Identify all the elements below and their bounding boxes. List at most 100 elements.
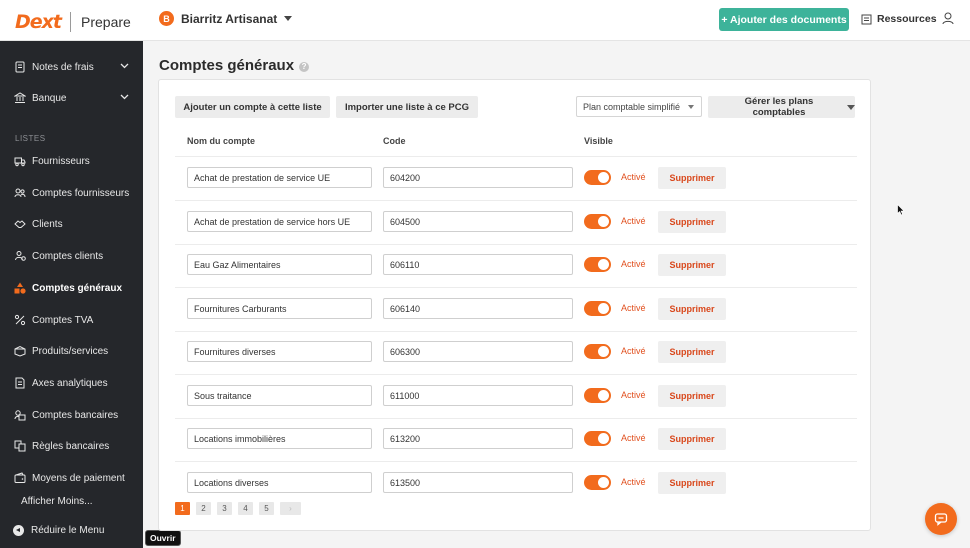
delete-button[interactable]: Supprimer xyxy=(658,385,726,407)
accounts-card: Ajouter un compte à cette liste Importer… xyxy=(158,79,871,531)
sidebar-item-suppliers[interactable]: Fournisseurs xyxy=(0,149,143,173)
chevron-down-icon xyxy=(120,94,129,100)
table-row: Fournitures Carburants 606140 Activé Sup… xyxy=(175,288,857,332)
visibility-state: Activé xyxy=(621,346,646,356)
visibility-toggle[interactable] xyxy=(584,431,611,446)
help-icon[interactable]: ? xyxy=(299,61,310,72)
percent-icon xyxy=(14,314,26,326)
collapse-menu-button[interactable]: Réduire le Menu xyxy=(13,525,104,536)
toggle-knob xyxy=(598,346,609,357)
visibility-toggle[interactable] xyxy=(584,170,611,185)
sidebar-item-clients[interactable]: Clients xyxy=(0,212,143,236)
column-header-name: Nom du compte xyxy=(187,136,256,146)
handshake-icon xyxy=(14,220,26,228)
shapes-icon xyxy=(14,282,26,294)
sidebar-item-supplier-accounts[interactable]: Comptes fournisseurs xyxy=(0,181,143,205)
visibility-state: Activé xyxy=(621,433,646,443)
sidebar-item-label: Comptes fournisseurs xyxy=(32,187,130,199)
mouse-cursor-icon xyxy=(897,204,905,216)
sidebar-item-label: Comptes TVA xyxy=(32,314,94,326)
sidebar-item-expenses[interactable]: Notes de frais xyxy=(0,55,143,79)
import-list-button[interactable]: Importer une liste à ce PCG xyxy=(336,96,478,118)
toggle-knob xyxy=(598,303,609,314)
sidebar-item-bank-accounts[interactable]: Comptes bancaires xyxy=(0,403,143,427)
delete-button[interactable]: Supprimer xyxy=(658,254,726,276)
account-name-field[interactable]: Achat de prestation de service UE xyxy=(187,167,372,188)
account-name-field[interactable]: Sous traitance xyxy=(187,385,372,406)
sidebar-item-vat-accounts[interactable]: Comptes TVA xyxy=(0,308,143,332)
delete-button[interactable]: Supprimer xyxy=(658,167,726,189)
sidebar-item-label: Comptes bancaires xyxy=(32,409,119,421)
chevron-down-icon xyxy=(120,63,129,69)
user-icon[interactable] xyxy=(942,12,954,25)
receipt-icon xyxy=(15,61,25,73)
page-button[interactable]: 1 xyxy=(175,502,190,515)
manage-plans-button[interactable]: Gérer les plans comptables xyxy=(708,96,855,118)
show-less-link[interactable]: Afficher Moins... xyxy=(21,496,93,507)
add-account-button[interactable]: Ajouter un compte à cette liste xyxy=(175,96,330,118)
toggle-knob xyxy=(598,477,609,488)
account-name-field[interactable]: Fournitures Carburants xyxy=(187,298,372,319)
sidebar-item-label: Banque xyxy=(32,92,67,104)
visibility-toggle[interactable] xyxy=(584,301,611,316)
account-name-field[interactable]: Eau Gaz Alimentaires xyxy=(187,254,372,275)
book-icon xyxy=(861,14,872,24)
add-documents-button[interactable]: + Ajouter des documents xyxy=(719,8,849,31)
sidebar-item-products[interactable]: Produits/services xyxy=(0,339,143,363)
table-row: Locations immobilières 613200 Activé Sup… xyxy=(175,418,857,462)
page-button[interactable]: 5 xyxy=(259,502,274,515)
account-code-field[interactable]: 613500 xyxy=(383,472,573,493)
toggle-knob xyxy=(598,259,609,270)
resources-link[interactable]: Ressources xyxy=(861,13,937,25)
page-button[interactable]: 2 xyxy=(196,502,211,515)
account-name-field[interactable]: Achat de prestation de service hors UE xyxy=(187,211,372,232)
visibility-toggle[interactable] xyxy=(584,214,611,229)
account-name-field[interactable]: Locations immobilières xyxy=(187,428,372,449)
visibility-toggle[interactable] xyxy=(584,257,611,272)
manage-plans-label: Gérer les plans comptables xyxy=(744,96,814,118)
user-group-icon xyxy=(15,251,26,261)
sidebar-item-label: Règles bancaires xyxy=(32,440,110,452)
visibility-toggle[interactable] xyxy=(584,475,611,490)
chat-button[interactable] xyxy=(925,503,957,535)
visibility-toggle[interactable] xyxy=(584,388,611,403)
company-switcher[interactable]: B Biarritz Artisanat xyxy=(159,11,293,26)
visibility-state: Activé xyxy=(621,303,646,313)
account-code-field[interactable]: 606110 xyxy=(383,254,573,275)
open-tooltip: Ouvrir xyxy=(145,530,181,546)
table-row: Achat de prestation de service hors UE 6… xyxy=(175,201,857,245)
sidebar-item-analytics[interactable]: Axes analytiques xyxy=(0,371,143,395)
bank-accounts-icon xyxy=(14,410,26,421)
resources-label: Ressources xyxy=(877,13,937,25)
visibility-toggle[interactable] xyxy=(584,344,611,359)
account-name-field[interactable]: Fournitures diverses xyxy=(187,341,372,362)
caret-down-icon xyxy=(688,105,694,109)
account-code-field[interactable]: 606300 xyxy=(383,341,573,362)
sidebar-item-general-accounts[interactable]: Comptes généraux xyxy=(0,276,143,300)
account-code-field[interactable]: 606140 xyxy=(383,298,573,319)
logo[interactable]: Dext Prepare xyxy=(15,11,131,33)
delete-button[interactable]: Supprimer xyxy=(658,298,726,320)
sidebar-item-label: Comptes clients xyxy=(32,250,104,262)
delete-button[interactable]: Supprimer xyxy=(658,341,726,363)
account-code-field[interactable]: 611000 xyxy=(383,385,573,406)
visibility-state: Activé xyxy=(621,172,646,182)
sidebar-section-label: LISTES xyxy=(15,134,46,143)
sidebar-item-client-accounts[interactable]: Comptes clients xyxy=(0,244,143,268)
account-code-field[interactable]: 604500 xyxy=(383,211,573,232)
account-code-field[interactable]: 613200 xyxy=(383,428,573,449)
account-code-field[interactable]: 604200 xyxy=(383,167,573,188)
sidebar-item-payment-methods[interactable]: Moyens de paiement xyxy=(0,466,143,490)
account-name-field[interactable]: Locations diverses xyxy=(187,472,372,493)
page-button[interactable]: 3 xyxy=(217,502,232,515)
page-button[interactable]: 4 xyxy=(238,502,253,515)
delete-button[interactable]: Supprimer xyxy=(658,472,726,494)
chart-of-accounts-select[interactable]: Plan comptable simplifié xyxy=(576,96,702,117)
delete-button[interactable]: Supprimer xyxy=(658,211,726,233)
selected-plan: Plan comptable simplifié xyxy=(583,101,681,112)
sidebar-item-bank[interactable]: Banque xyxy=(0,86,143,110)
delete-button[interactable]: Supprimer xyxy=(658,428,726,450)
caret-down-icon xyxy=(284,16,293,21)
sidebar-item-bank-rules[interactable]: Règles bancaires xyxy=(0,434,143,458)
next-page-button[interactable]: › xyxy=(280,502,301,515)
